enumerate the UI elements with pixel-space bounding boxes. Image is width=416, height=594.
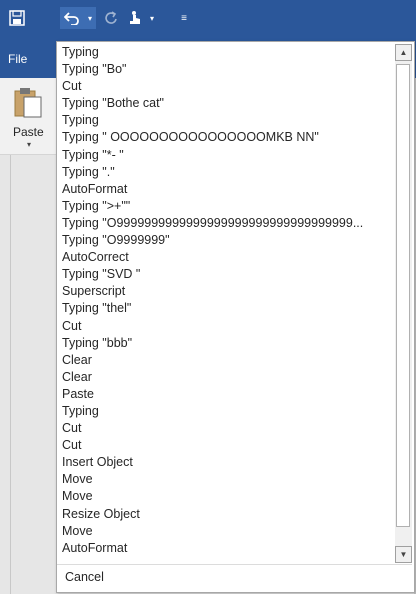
- undo-dropdown-arrow[interactable]: ▾: [84, 7, 96, 29]
- scroll-thumb[interactable]: [396, 64, 410, 527]
- undo-button[interactable]: [60, 7, 84, 29]
- undo-history-item[interactable]: Typing "O9999999": [57, 232, 395, 249]
- redo-button[interactable]: [100, 7, 122, 29]
- left-margin-strip: [0, 155, 11, 594]
- touch-mode-button[interactable]: [124, 7, 146, 29]
- chevron-down-icon: ▾: [87, 13, 92, 23]
- touch-mode-dropdown[interactable]: ▾: [146, 7, 158, 29]
- undo-history-item[interactable]: Insert Object: [57, 454, 395, 471]
- tab-file[interactable]: File: [8, 52, 27, 66]
- undo-history-item[interactable]: Typing: [57, 112, 395, 129]
- undo-history-item[interactable]: AutoFormat: [57, 181, 395, 198]
- redo-icon: [105, 11, 117, 24]
- undo-icon: [64, 12, 79, 25]
- chevron-down-icon: ▾: [149, 13, 154, 23]
- undo-history-item[interactable]: Typing "SVD ": [57, 266, 395, 283]
- undo-history-dropdown: Typing Typing "Bo" Cut Typing "Bothe cat" Ty…: [56, 41, 415, 593]
- save-button[interactable]: [6, 7, 28, 29]
- undo-history-item[interactable]: Cut: [57, 78, 395, 95]
- undo-history-item[interactable]: Move: [57, 488, 395, 505]
- touch-mode-icon: [130, 11, 140, 24]
- undo-history-item[interactable]: Cut: [57, 318, 395, 335]
- undo-history-item[interactable]: Typing: [57, 44, 395, 61]
- customize-qat-icon: ≡: [181, 12, 187, 24]
- undo-history-item[interactable]: Clear: [57, 352, 395, 369]
- clipboard-icon: [14, 88, 42, 118]
- undo-history-item[interactable]: Paste: [57, 386, 395, 403]
- title-bar: ▾ ▾ ≡: [0, 0, 416, 36]
- undo-history-item[interactable]: Typing: [57, 403, 395, 420]
- undo-history-item[interactable]: AutoFormat: [57, 540, 395, 557]
- undo-history-item[interactable]: Move: [57, 471, 395, 488]
- paste-label: Paste: [13, 125, 44, 139]
- undo-history-item[interactable]: Typing "Bo": [57, 61, 395, 78]
- undo-history-item[interactable]: Clear: [57, 369, 395, 386]
- undo-history-item[interactable]: Typing "bbb": [57, 335, 395, 352]
- undo-history-item[interactable]: Cut: [57, 420, 395, 437]
- undo-history-item[interactable]: Superscript: [57, 283, 395, 300]
- undo-history-item[interactable]: Cut: [57, 437, 395, 454]
- undo-history-item[interactable]: AutoCorrect: [57, 249, 395, 266]
- scroll-up-button[interactable]: ▲: [395, 44, 412, 61]
- undo-history-item[interactable]: Move: [57, 523, 395, 540]
- cancel-label: Cancel: [65, 570, 104, 584]
- arrow-up-icon: ▲: [399, 48, 408, 57]
- undo-history-item[interactable]: Typing "O9999999999999999999999999999999…: [57, 215, 395, 232]
- undo-history-item[interactable]: Typing " OOOOOOOOOOOOOOOOMKB NN": [57, 129, 395, 146]
- save-icon: [9, 10, 25, 26]
- undo-history-item[interactable]: Typing ">+"": [57, 198, 395, 215]
- undo-history-list: Typing Typing "Bo" Cut Typing "Bothe cat" Ty…: [57, 44, 395, 564]
- undo-history-item[interactable]: Typing "*- ": [57, 147, 395, 164]
- arrow-down-icon: ▼: [399, 550, 408, 559]
- scroll-down-button[interactable]: ▼: [395, 546, 412, 563]
- chevron-down-icon[interactable]: ▾: [27, 140, 31, 149]
- undo-history-item[interactable]: Resize Object: [57, 506, 395, 523]
- customize-qat-button[interactable]: ≡: [176, 7, 192, 29]
- scrollbar[interactable]: ▲ ▼: [395, 44, 412, 563]
- cancel-button[interactable]: Cancel: [57, 564, 412, 591]
- undo-history-item[interactable]: Typing "Bothe cat": [57, 95, 395, 112]
- undo-history-item[interactable]: Typing ".": [57, 164, 395, 181]
- undo-history-item[interactable]: Typing "thel": [57, 300, 395, 317]
